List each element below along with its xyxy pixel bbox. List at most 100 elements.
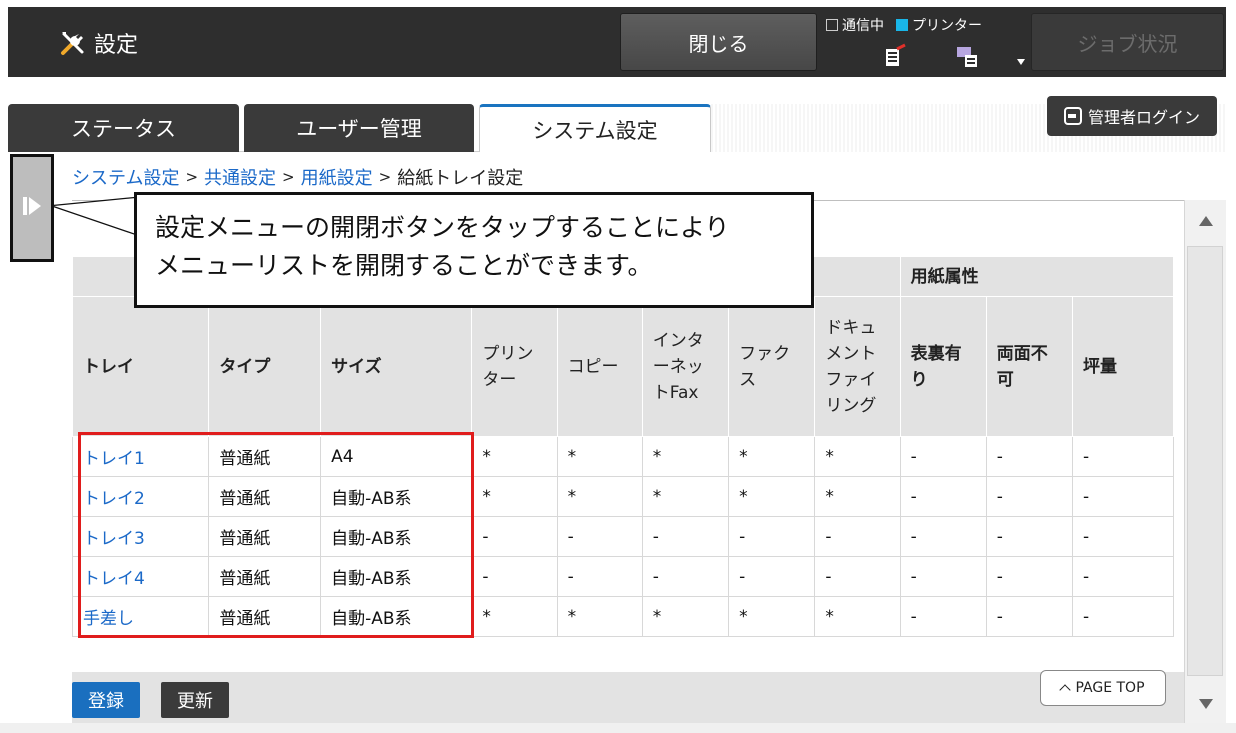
col-tray: トレイ: [71, 296, 210, 437]
cell-fax: -: [728, 516, 816, 557]
cell-type: 普通紙: [208, 436, 322, 477]
cell-size: 自動-AB系: [320, 596, 473, 637]
cell-fax: *: [728, 596, 816, 637]
col-duplex-ng: 両面不可: [985, 296, 1073, 437]
cell-copy: -: [556, 556, 643, 597]
cell-duplex-ng: -: [985, 516, 1073, 557]
cell-weight: -: [1071, 596, 1175, 637]
admin-login-label: 管理者ログイン: [1087, 108, 1200, 127]
cell-weight: -: [1071, 556, 1175, 597]
document-send-icon: [886, 43, 906, 66]
cell-document-filing: -: [814, 556, 901, 597]
scroll-down-icon[interactable]: [1199, 699, 1213, 709]
cell-duplex-ng: -: [985, 436, 1073, 477]
cell-internet-fax: *: [641, 596, 730, 637]
cell-size: A4: [320, 436, 473, 477]
tray-link[interactable]: 手差し: [71, 596, 210, 637]
update-button[interactable]: 更新: [161, 682, 229, 718]
cell-internet-fax: -: [641, 516, 730, 557]
cell-size: 自動-AB系: [320, 556, 473, 597]
cell-internet-fax: -: [641, 556, 730, 597]
col-fax: ファクス: [728, 296, 816, 437]
breadcrumb-paper-settings[interactable]: 用紙設定: [301, 164, 373, 190]
cell-type: 普通紙: [208, 516, 322, 557]
tray-link[interactable]: トレイ4: [71, 556, 210, 597]
scroll-up-icon[interactable]: [1199, 216, 1213, 226]
col-weight: 坪量: [1071, 296, 1175, 437]
cell-printer: -: [471, 556, 558, 597]
cell-weight: -: [1071, 516, 1175, 557]
job-status-button[interactable]: ジョブ状況: [1031, 13, 1224, 71]
cell-duplex-ok: -: [899, 436, 987, 477]
close-button[interactable]: 閉じる: [620, 13, 817, 71]
cell-size: 自動-AB系: [320, 476, 473, 517]
printer-label: プリンター: [912, 18, 982, 34]
cell-type: 普通紙: [208, 476, 322, 517]
app-title: 設定: [58, 27, 138, 59]
breadcrumb-separator: >: [185, 168, 199, 186]
breadcrumb-system-settings[interactable]: システム設定: [72, 164, 179, 190]
printer-job-icon: [957, 47, 977, 67]
top-header: 設定 閉じる 通信中 プリンター ジョブ状況: [8, 7, 1226, 77]
table-row: トレイ1 普通紙 A4 * * * * * - - -: [71, 436, 1175, 477]
col-printer: プリンター: [471, 296, 558, 437]
cell-document-filing: *: [814, 436, 901, 477]
header-paper-attributes: 用紙属性: [899, 256, 1175, 297]
tab-bar: ステータス ユーザー管理 システム設定 管理者ログイン: [8, 77, 1226, 153]
tab-user-management[interactable]: ユーザー管理: [244, 104, 474, 152]
comm-indicator-icon: [826, 19, 838, 31]
cell-size: 自動-AB系: [320, 516, 473, 557]
device-status[interactable]: 通信中 プリンター: [824, 7, 1025, 77]
app-title-text: 設定: [94, 33, 139, 58]
cell-copy: *: [556, 436, 643, 477]
breadcrumb-current: 給紙トレイ設定: [397, 168, 524, 189]
cell-fax: *: [728, 476, 816, 517]
page-top-label: PAGE TOP: [1075, 680, 1145, 696]
tray-link[interactable]: トレイ1: [71, 436, 210, 477]
page-top-button[interactable]: PAGE TOP: [1040, 670, 1166, 706]
callout-box: 設定メニューの開閉ボタンをタップすることにより メニューリストを開閉することがで…: [134, 192, 814, 308]
cell-document-filing: *: [814, 476, 901, 517]
tray-link[interactable]: トレイ2: [71, 476, 210, 517]
table-row: トレイ2 普通紙 自動-AB系 * * * * * - - -: [71, 476, 1175, 517]
col-document-filing: ドキュメントファイリング: [814, 296, 901, 437]
cell-copy: *: [556, 596, 643, 637]
chevron-down-icon[interactable]: [1017, 59, 1025, 65]
tab-status[interactable]: ステータス: [8, 104, 239, 152]
cell-document-filing: *: [814, 596, 901, 637]
callout-line-1: 設定メニューの開閉ボタンをタップすることにより: [155, 213, 730, 242]
cell-duplex-ok: -: [899, 596, 987, 637]
tools-icon: [61, 32, 84, 55]
admin-login-button[interactable]: 管理者ログイン: [1047, 96, 1217, 136]
play-arrow-icon: [29, 197, 41, 215]
table-row: トレイ3 普通紙 自動-AB系 - - - - - - - -: [71, 516, 1175, 557]
breadcrumb: システム設定 > 共通設定 > 用紙設定 > 給紙トレイ設定: [72, 164, 523, 190]
cell-duplex-ng: -: [985, 556, 1073, 597]
breadcrumb-separator: >: [378, 168, 392, 186]
cell-weight: -: [1071, 436, 1175, 477]
register-button[interactable]: 登録: [72, 682, 140, 718]
col-size: サイズ: [320, 296, 473, 437]
callout-line-2: メニューリストを開閉することができます。: [155, 251, 653, 280]
main-content: システム設定 > 共通設定 > 用紙設定 > 給紙トレイ設定 用紙属性 トレイ: [8, 152, 1226, 723]
cell-duplex-ok: -: [899, 476, 987, 517]
tab-system-settings[interactable]: システム設定: [479, 104, 711, 153]
scroll-thumb[interactable]: [1187, 246, 1223, 676]
breadcrumb-common-settings[interactable]: 共通設定: [204, 164, 276, 190]
cell-fax: -: [728, 556, 816, 597]
printer-indicator-icon: [896, 19, 908, 31]
tray-link[interactable]: トレイ3: [71, 516, 210, 557]
footer-strip: [0, 723, 1236, 733]
tray-table: 用紙属性 トレイ タイプ サイズ プリンター コピー インターネットFax ファ…: [71, 256, 1175, 637]
cell-internet-fax: *: [641, 476, 730, 517]
comm-label: 通信中: [842, 18, 884, 34]
cell-weight: -: [1071, 476, 1175, 517]
cell-printer: *: [471, 596, 558, 637]
toggle-bar-icon: [23, 197, 27, 215]
breadcrumb-separator: >: [282, 168, 295, 186]
cell-type: 普通紙: [208, 556, 322, 597]
vertical-scrollbar[interactable]: [1184, 200, 1226, 723]
col-internet-fax: インターネットFax: [641, 296, 730, 437]
col-duplex-ok: 表裏有り: [899, 296, 987, 437]
menu-toggle-button[interactable]: [10, 154, 54, 262]
